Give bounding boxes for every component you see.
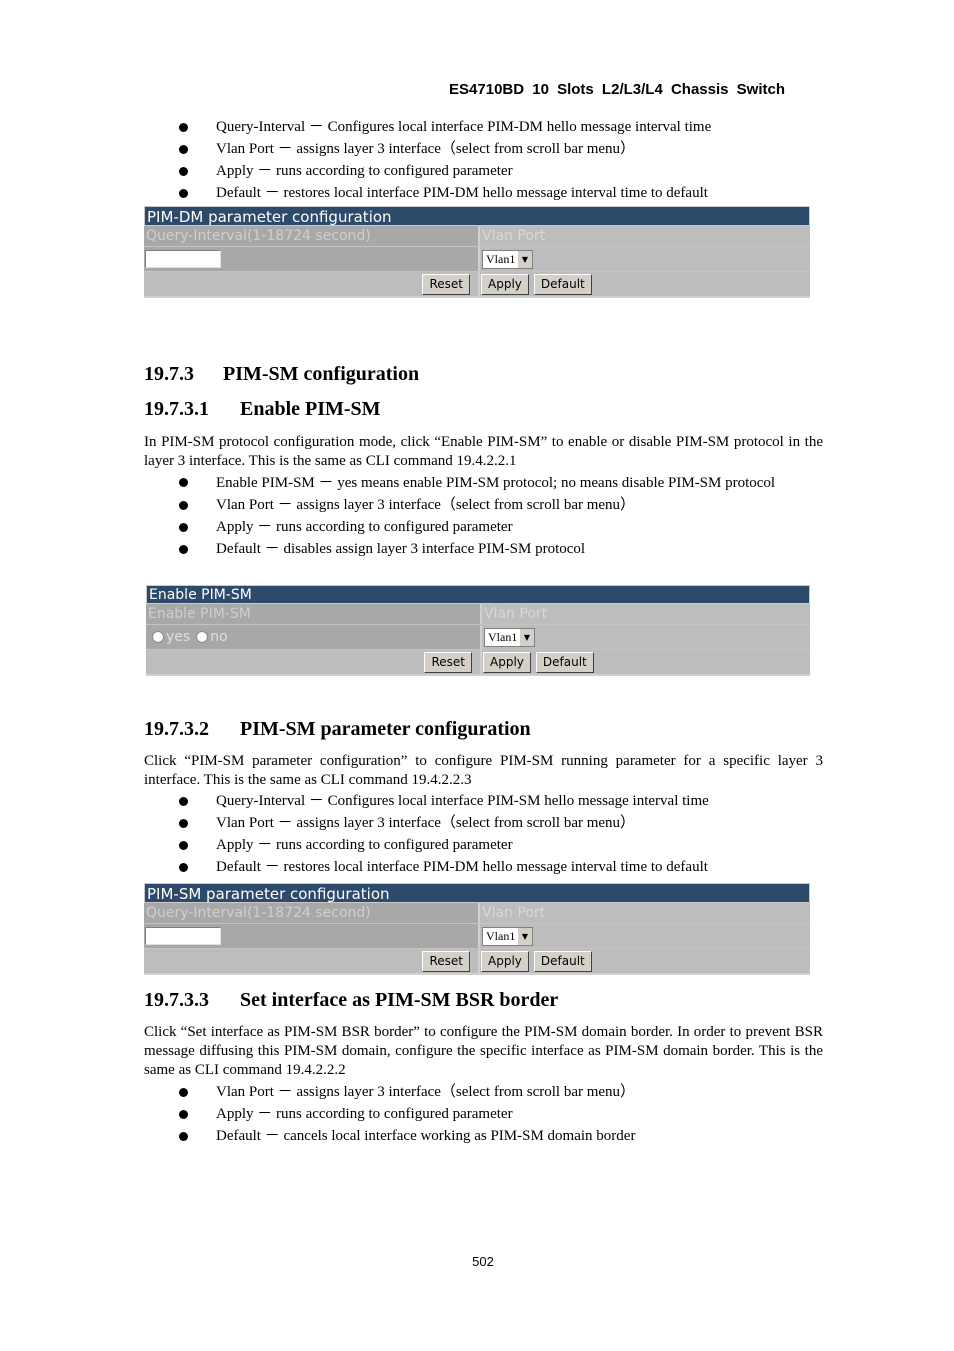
bullet-icon bbox=[179, 523, 188, 532]
page-number: 502 bbox=[472, 1254, 494, 1269]
panel-input-row: Vlan1 ▼ bbox=[144, 924, 810, 949]
section-heading-19-7-3: 19.7.3 PIM-SM configuration bbox=[144, 363, 420, 385]
bullet-icon bbox=[179, 841, 188, 850]
intro-bullet-list: Query-Interval － Configures local interf… bbox=[144, 116, 824, 204]
bsr-border-bullet-list: Vlan Port － assigns layer 3 interface（se… bbox=[144, 1081, 824, 1147]
bullet-icon bbox=[179, 189, 188, 198]
list-item: Apply － runs according to configured par… bbox=[144, 516, 824, 538]
section-heading-19-7-3-3: 19.7.3.3 Set interface as PIM-SM BSR bord… bbox=[144, 989, 559, 1011]
panel-header-row: Query-Interval(1-18724 second) Vlan Port bbox=[144, 903, 810, 924]
radio-yes-label: yes bbox=[166, 629, 191, 645]
bullet-icon bbox=[179, 863, 188, 872]
radio-no-label: no bbox=[210, 629, 228, 645]
bullet-icon bbox=[179, 501, 188, 510]
list-item: Vlan Port － assigns layer 3 interface（se… bbox=[144, 1081, 824, 1103]
bullet-icon bbox=[179, 1132, 188, 1141]
reset-button[interactable]: Reset bbox=[424, 651, 472, 673]
apply-button[interactable]: Apply bbox=[481, 950, 529, 972]
vlan-port-selected-value: Vlan1 bbox=[486, 928, 516, 943]
panel-title: PIM-SM parameter configuration bbox=[144, 883, 810, 903]
list-item: Query-Interval － Configures local interf… bbox=[144, 116, 824, 138]
vlan-port-select[interactable]: Vlan1 ▼ bbox=[484, 627, 535, 647]
running-header: ES4710BD 10 Slots L2/L3/L4 Chassis Switc… bbox=[449, 81, 785, 98]
bullet-icon bbox=[179, 1110, 188, 1119]
list-item: Vlan Port － assigns layer 3 interface（se… bbox=[144, 812, 824, 834]
panel-button-row: Reset Apply Default bbox=[146, 650, 810, 676]
vlan-port-selected-value: Vlan1 bbox=[488, 629, 518, 644]
panel-button-row: Reset Apply Default bbox=[144, 949, 810, 975]
enable-pim-sm-bullet-list: Enable PIM-SM － yes means enable PIM-SM … bbox=[144, 472, 824, 560]
list-item: Default － restores local interface PIM-D… bbox=[144, 182, 824, 204]
radio-yes[interactable] bbox=[152, 631, 164, 643]
list-item: Default － disables assign layer 3 interf… bbox=[144, 538, 824, 560]
panel-header-row: Enable PIM-SM Vlan Port bbox=[146, 604, 810, 625]
query-interval-input[interactable] bbox=[145, 927, 221, 945]
bullet-icon bbox=[179, 545, 188, 554]
enable-pim-sm-header: Enable PIM-SM bbox=[146, 604, 482, 624]
section-heading-19-7-3-2: 19.7.3.2 PIM-SM parameter configuration bbox=[144, 718, 531, 740]
section-heading-19-7-3-1: 19.7.3.1 Enable PIM-SM bbox=[144, 398, 381, 420]
bullet-icon bbox=[179, 819, 188, 828]
list-item: Apply － runs according to configured par… bbox=[144, 1103, 824, 1125]
panel-title: PIM-DM parameter configuration bbox=[144, 206, 810, 226]
pim-sm-param-bullet-list: Query-Interval － Configures local interf… bbox=[144, 790, 824, 878]
chevron-down-icon[interactable]: ▼ bbox=[519, 628, 534, 646]
paragraph: Click “PIM-SM parameter configuration” t… bbox=[144, 753, 823, 788]
apply-button[interactable]: Apply bbox=[483, 651, 531, 673]
vlan-port-header: Vlan Port bbox=[482, 604, 810, 624]
bullet-icon bbox=[179, 167, 188, 176]
panel-title: Enable PIM-SM bbox=[146, 585, 810, 604]
query-interval-header: Query-Interval(1-18724 second) bbox=[144, 226, 480, 246]
default-button[interactable]: Default bbox=[535, 651, 594, 673]
chevron-down-icon[interactable]: ▼ bbox=[517, 250, 532, 268]
reset-button[interactable]: Reset bbox=[422, 950, 470, 972]
apply-button[interactable]: Apply bbox=[481, 273, 529, 295]
panel-button-row: Reset Apply Default bbox=[144, 272, 810, 298]
list-item: Apply － runs according to configured par… bbox=[144, 834, 824, 856]
bullet-icon bbox=[179, 797, 188, 806]
paragraph: Click “Set interface as PIM-SM BSR borde… bbox=[144, 1024, 823, 1078]
vlan-port-header: Vlan Port bbox=[480, 903, 810, 923]
vlan-port-header: Vlan Port bbox=[480, 226, 810, 246]
query-interval-input[interactable] bbox=[145, 250, 221, 268]
list-item: Vlan Port － assigns layer 3 interface（se… bbox=[144, 138, 824, 160]
paragraph: In PIM-SM protocol configuration mode, c… bbox=[144, 434, 823, 469]
vlan-port-select[interactable]: Vlan1 ▼ bbox=[482, 249, 533, 269]
bullet-icon bbox=[179, 123, 188, 132]
pim-sm-config-panel: PIM-SM parameter configuration Query-Int… bbox=[144, 883, 810, 975]
list-item: Default － cancels local interface workin… bbox=[144, 1125, 824, 1147]
list-item: Vlan Port － assigns layer 3 interface（se… bbox=[144, 494, 824, 516]
list-item: Apply － runs according to configured par… bbox=[144, 160, 824, 182]
pim-dm-config-panel: PIM-DM parameter configuration Query-Int… bbox=[144, 206, 810, 298]
query-interval-header: Query-Interval(1-18724 second) bbox=[144, 903, 480, 923]
panel-header-row: Query-Interval(1-18724 second) Vlan Port bbox=[144, 226, 810, 247]
vlan-port-selected-value: Vlan1 bbox=[486, 251, 516, 266]
bullet-icon bbox=[179, 1088, 188, 1097]
reset-button[interactable]: Reset bbox=[422, 273, 470, 295]
panel-input-row: yes no Vlan1 ▼ bbox=[146, 625, 810, 650]
list-item: Enable PIM-SM － yes means enable PIM-SM … bbox=[144, 472, 824, 494]
default-button[interactable]: Default bbox=[533, 273, 592, 295]
chevron-down-icon[interactable]: ▼ bbox=[517, 927, 532, 945]
bullet-icon bbox=[179, 478, 188, 487]
panel-input-row: Vlan1 ▼ bbox=[144, 247, 810, 272]
list-item: Default － restores local interface PIM-D… bbox=[144, 856, 824, 878]
vlan-port-select[interactable]: Vlan1 ▼ bbox=[482, 926, 533, 946]
radio-no[interactable] bbox=[196, 631, 209, 643]
enable-pim-sm-panel: Enable PIM-SM Enable PIM-SM Vlan Port ye… bbox=[146, 585, 810, 676]
bullet-icon bbox=[179, 145, 188, 154]
list-item: Query-Interval － Configures local interf… bbox=[144, 790, 824, 812]
default-button[interactable]: Default bbox=[533, 950, 592, 972]
